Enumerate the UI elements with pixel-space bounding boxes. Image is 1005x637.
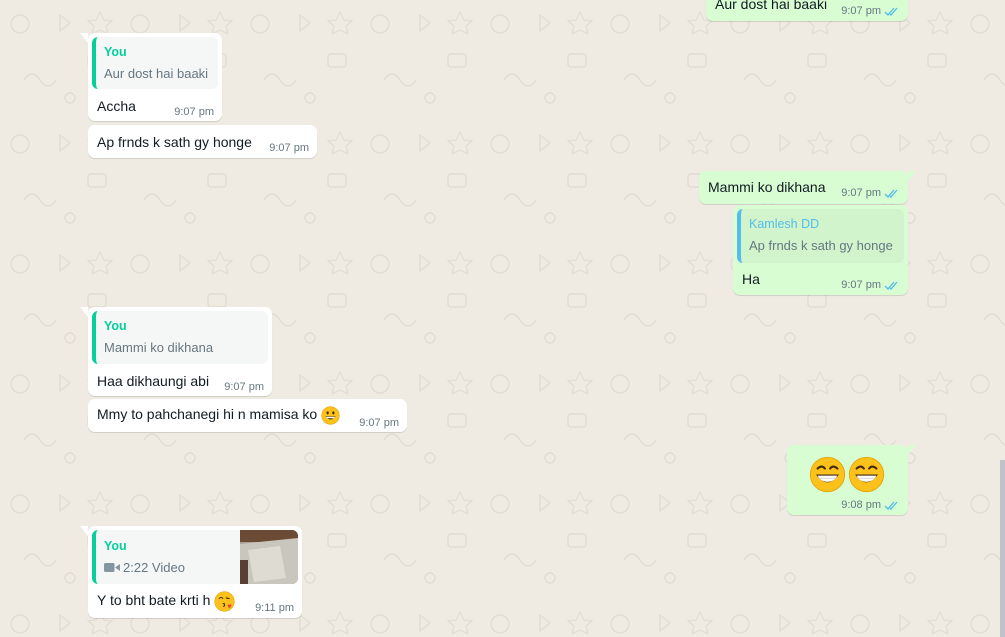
- bubble-tail: [80, 526, 88, 536]
- message-time: 9:07 pm: [174, 106, 214, 118]
- quote-text-row: 2:22 Video: [104, 560, 185, 575]
- quoted-message[interactable]: You Mammi ko dikhana: [92, 311, 268, 364]
- incoming-message[interactable]: You 2:22 Video Y to bht bate krti h 9:11…: [80, 526, 302, 618]
- quoted-message[interactable]: Kamlesh DD Ap frnds k sath gy honge: [737, 209, 904, 263]
- message-text: Mammi ko dikhana: [708, 179, 826, 195]
- incoming-message[interactable]: You Mammi ko dikhana Haa dikhaungi abi 9…: [80, 307, 272, 396]
- message-meta: 9:08 pm: [841, 499, 900, 511]
- big-emoji-row: [809, 456, 885, 493]
- message-text: Haa dikhaungi abi: [97, 373, 210, 389]
- message-meta: 9:07 pm: [269, 142, 309, 154]
- message-text: Mmy to pahchanegi hi n mamisa ko: [97, 406, 318, 423]
- message-text: Ap frnds k sath gy honge: [97, 134, 252, 150]
- message-text: Aur dost hai baaki: [715, 0, 828, 12]
- message-time: 9:07 pm: [224, 381, 264, 393]
- message-meta: 9:07 pm: [841, 187, 900, 199]
- scrollbar-thumb[interactable]: [1000, 460, 1005, 637]
- read-ticks-icon: [884, 7, 898, 16]
- incoming-message[interactable]: You Aur dost hai baaki Accha 9:07 pm: [80, 33, 222, 121]
- bubble-tail: [908, 445, 916, 455]
- face-blowing-kiss-icon: [214, 591, 235, 612]
- incoming-message[interactable]: Ap frnds k sath gy honge 9:07 pm: [88, 125, 317, 158]
- quote-author: You: [104, 319, 127, 333]
- quote-text: Mammi ko dikhana: [104, 340, 214, 355]
- quote-author: You: [104, 539, 127, 553]
- message-text: Accha: [97, 98, 136, 114]
- message-meta: 9:07 pm: [224, 381, 264, 393]
- quote-text: Ap frnds k sath gy honge: [749, 238, 893, 253]
- message-time: 9:11 pm: [255, 602, 294, 614]
- video-thumbnail[interactable]: [240, 530, 298, 584]
- message-meta: 9:07 pm: [841, 5, 900, 17]
- message-meta: 9:11 pm: [255, 602, 294, 614]
- message-time: 9:07 pm: [841, 187, 881, 199]
- message-meta: 9:07 pm: [359, 417, 399, 429]
- read-ticks-icon: [884, 189, 898, 198]
- outgoing-message[interactable]: 9:08 pm: [787, 445, 916, 515]
- message-text-row: Y to bht bate krti h: [97, 591, 235, 612]
- message-time: 9:07 pm: [841, 5, 881, 17]
- message-meta: 9:07 pm: [841, 279, 900, 291]
- quote-author: Kamlesh DD: [749, 217, 820, 231]
- grinning-squinting-face-icon: [848, 456, 885, 493]
- message-time: 9:07 pm: [359, 417, 399, 429]
- message-text-row: Mmy to pahchanegi hi n mamisa ko: [97, 406, 340, 425]
- outgoing-message[interactable]: Aur dost hai baaki 9:07 pm: [706, 0, 908, 21]
- message-text: Y to bht bate krti h: [97, 592, 211, 609]
- message-text: Ha: [742, 271, 760, 287]
- quote-text: Aur dost hai baaki: [104, 66, 209, 81]
- bubble-tail: [80, 33, 88, 43]
- outgoing-message[interactable]: Mammi ko dikhana 9:07 pm: [699, 171, 916, 204]
- message-meta: 9:07 pm: [174, 106, 214, 118]
- quoted-message[interactable]: You 2:22 Video: [92, 530, 298, 584]
- bubble-tail: [908, 171, 916, 181]
- quote-text: 2:22 Video: [123, 560, 185, 575]
- video-camera-icon: [104, 563, 120, 572]
- read-ticks-icon: [884, 501, 898, 510]
- read-ticks-icon: [884, 281, 898, 290]
- incoming-message[interactable]: Mmy to pahchanegi hi n mamisa ko 9:07 pm: [88, 399, 407, 432]
- grinning-face-icon: [321, 406, 340, 425]
- message-time: 9:07 pm: [269, 142, 309, 154]
- bubble-tail: [80, 307, 88, 317]
- outgoing-message[interactable]: Kamlesh DD Ap frnds k sath gy honge Ha 9…: [733, 205, 908, 295]
- quoted-message[interactable]: You Aur dost hai baaki: [92, 37, 218, 89]
- message-time: 9:07 pm: [841, 279, 881, 291]
- grinning-squinting-face-icon: [809, 456, 846, 493]
- message-time: 9:08 pm: [841, 499, 881, 511]
- quote-author: You: [104, 45, 127, 59]
